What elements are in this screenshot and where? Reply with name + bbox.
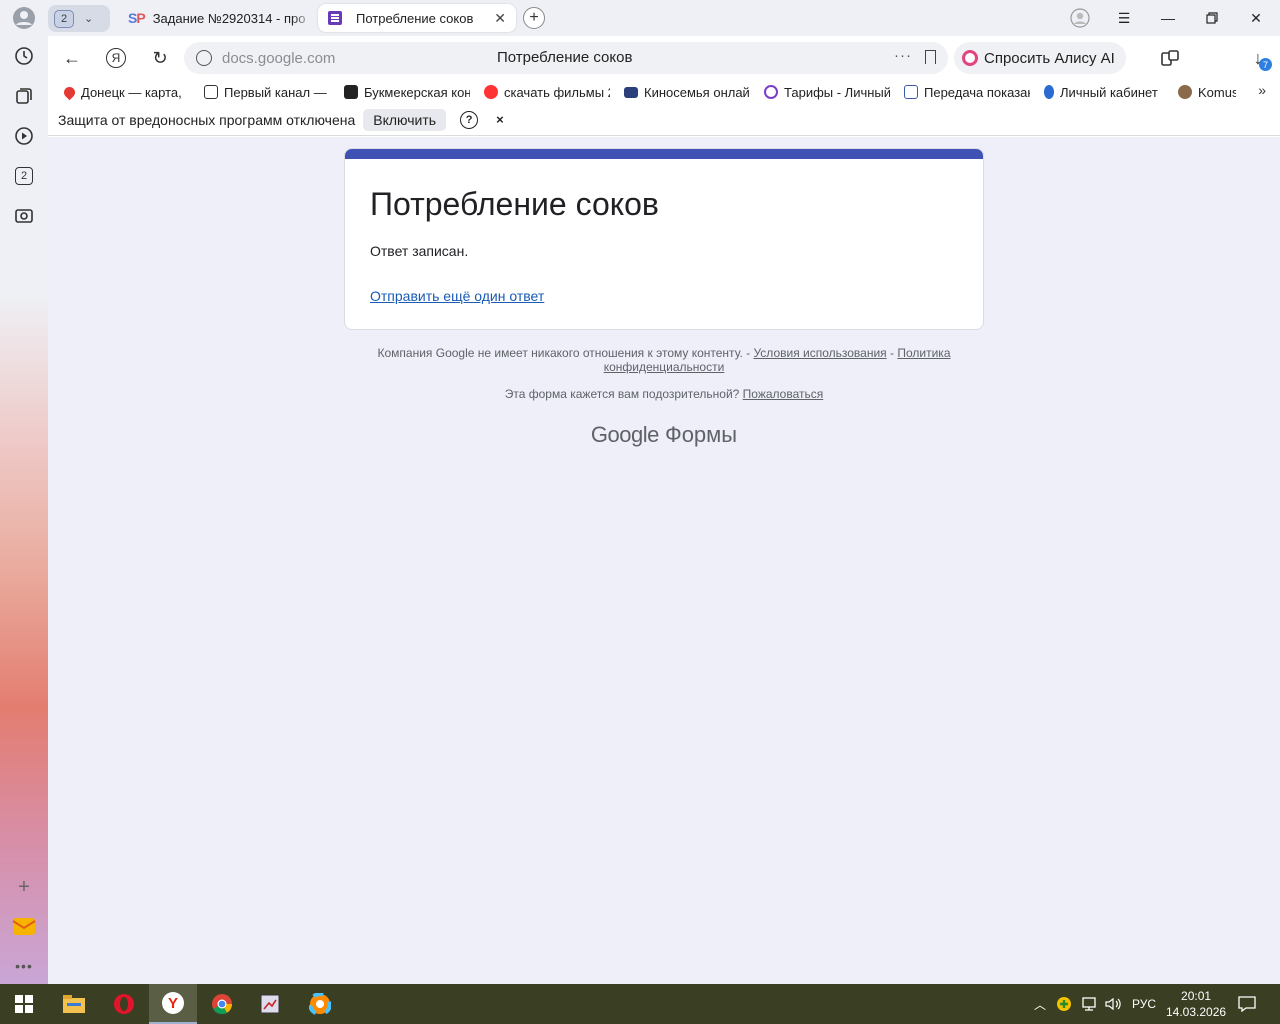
google-disclaimer: Компания Google не имеет никакого отноше… <box>377 346 951 374</box>
map-pin-icon <box>64 84 78 100</box>
close-tab-icon[interactable]: ✕ <box>494 10 506 27</box>
bookmark-kinosemya[interactable]: Киносемья онлай <box>624 83 750 101</box>
back-arrow-icon[interactable]: ← <box>58 44 86 72</box>
restore-icon[interactable] <box>1200 6 1224 30</box>
response-recorded-message: Ответ записан. <box>370 243 469 259</box>
menu-hamburger-icon[interactable]: ☰ <box>1112 6 1136 30</box>
chrome-icon[interactable] <box>198 984 246 1024</box>
file-explorer-icon[interactable] <box>50 984 98 1024</box>
enable-protection-button[interactable]: Включить <box>363 108 447 131</box>
minimize-icon[interactable]: — <box>1156 6 1180 30</box>
meter-icon <box>904 85 918 99</box>
bookmark-skachat-filmy[interactable]: скачать фильмы 2 <box>484 83 610 101</box>
history-icon[interactable] <box>10 42 38 70</box>
sdamgia-favicon-icon: SP <box>128 10 146 26</box>
form-confirmation-card: Потребление соков Ответ записан. Отправи… <box>344 148 984 330</box>
form-accent-bar <box>345 149 983 159</box>
tab-group-count: 2 <box>54 9 74 28</box>
report-abuse-line: Эта форма кажется вам подозрительной? По… <box>504 387 824 401</box>
mail-icon[interactable] <box>10 912 38 940</box>
yandex-icon <box>484 85 498 99</box>
address-bar[interactable]: docs.google.com Потребление соков ··· <box>184 42 948 74</box>
yandex-browser-icon[interactable]: Y <box>149 984 197 1024</box>
chevron-down-icon: ⌄ <box>84 13 94 25</box>
windows-taskbar: Y ︿ РУС 20:01 14.03.2026 <box>0 984 1280 1024</box>
tab-title: Задание №2920314 - про <box>152 10 306 26</box>
bookmark-lichniy-kabinet[interactable]: Личный кабинет <box>1044 83 1166 101</box>
clock-time: 20:01 <box>1181 989 1212 1003</box>
tab-group-switcher[interactable]: 2 ⌄ <box>48 5 110 32</box>
tray-app-icon[interactable] <box>1056 984 1072 1024</box>
sidebar-tab-count: 2 <box>15 167 33 185</box>
tab-potreblenie[interactable]: Потребление соков ✕ <box>318 4 516 32</box>
submit-another-response-link[interactable]: Отправить ещё один ответ <box>370 288 544 304</box>
volume-icon[interactable] <box>1104 984 1122 1024</box>
bookmark-komus[interactable]: Komus <box>1178 83 1236 101</box>
notifications-icon[interactable] <box>1238 984 1256 1024</box>
more-bookmarks-icon[interactable]: » <box>1258 82 1266 98</box>
new-tab-button[interactable]: + <box>523 7 545 29</box>
close-window-icon[interactable]: ✕ <box>1244 6 1268 30</box>
infobar-text: Защита от вредоносных программ отключена <box>58 111 356 128</box>
account-icon[interactable] <box>1068 6 1092 30</box>
alice-icon <box>962 50 978 66</box>
clock-date: 14.03.2026 <box>1166 1005 1227 1019</box>
report-link[interactable]: Пожаловаться <box>743 387 824 401</box>
windows-start-icon[interactable] <box>0 984 48 1024</box>
reload-icon[interactable]: ↻ <box>146 44 174 72</box>
page-content: Потребление соков Ответ записан. Отправи… <box>48 137 1280 984</box>
color-app-icon[interactable] <box>296 984 344 1024</box>
bookmark-donetsk[interactable]: Донецк — карта, с <box>64 83 186 101</box>
more-options-icon[interactable]: ··· <box>894 47 912 64</box>
monitor-icon <box>624 86 638 98</box>
more-icon[interactable]: ••• <box>10 952 38 980</box>
shield-icon <box>196 50 212 66</box>
google-forms-favicon-icon <box>328 11 342 25</box>
navigation-bar: ← Я ↻ docs.google.com Потребление соков … <box>48 36 1280 80</box>
tab-title: Потребление соков <box>356 10 474 26</box>
yandex-logo-icon[interactable]: Я <box>102 44 130 72</box>
terms-link[interactable]: Условия использования <box>753 346 886 360</box>
extensions-icon[interactable] <box>1156 44 1184 72</box>
ask-alice-button[interactable]: Спросить Алису AI <box>954 42 1126 74</box>
page-title-in-address: Потребление соков <box>497 49 633 66</box>
tray-expand-icon[interactable]: ︿ <box>1034 984 1046 1024</box>
bookmarks-bar: Донецк — карта, с Первый канал — с Букме… <box>48 80 1280 104</box>
url-text: docs.google.com <box>222 49 336 67</box>
tab-count-icon[interactable]: 2 <box>10 162 38 190</box>
ask-alice-label: Спросить Алису AI <box>984 49 1115 67</box>
bookmark-peredacha[interactable]: Передача показан <box>904 83 1030 101</box>
help-icon[interactable]: ? <box>460 110 479 129</box>
network-icon[interactable] <box>1080 984 1098 1024</box>
malware-protection-infobar: Защита от вредоносных программ отключена… <box>48 104 1280 136</box>
form-title: Потребление соков <box>370 186 659 222</box>
clock[interactable]: 20:01 14.03.2026 <box>1166 988 1226 1020</box>
collections-icon[interactable] <box>10 82 38 110</box>
bookmark-icon[interactable] <box>925 50 936 64</box>
tv-icon <box>204 85 218 99</box>
screenshot-icon[interactable] <box>10 202 38 230</box>
bookmark-perviy-kanal[interactable]: Первый канал — с <box>204 83 328 101</box>
add-sidebar-item-icon[interactable]: + <box>10 873 38 901</box>
input-language[interactable]: РУС <box>1132 984 1156 1024</box>
water-drop-icon <box>1044 85 1054 99</box>
bookmaker-icon <box>344 85 358 99</box>
video-play-icon[interactable] <box>10 122 38 150</box>
komus-icon <box>1178 85 1192 99</box>
bookmark-bukmekerskaya[interactable]: Букмекерская кон <box>344 83 470 101</box>
google-forms-logo[interactable]: Google Формы <box>344 422 984 448</box>
svg-text:Y: Y <box>168 995 178 1012</box>
chart-icon <box>764 85 778 99</box>
browser-sidebar: 2 + ••• <box>0 0 48 984</box>
downloads-badge: 7 <box>1259 58 1272 71</box>
profile-avatar-icon[interactable] <box>10 4 38 32</box>
close-infobar-icon[interactable]: × <box>496 112 504 127</box>
bookmark-tarify[interactable]: Тарифы - Личный <box>764 83 890 101</box>
tab-zadanie[interactable]: SP Задание №2920314 - про <box>118 4 314 32</box>
opera-icon[interactable] <box>100 984 148 1024</box>
screen-tool-icon[interactable] <box>246 984 294 1024</box>
